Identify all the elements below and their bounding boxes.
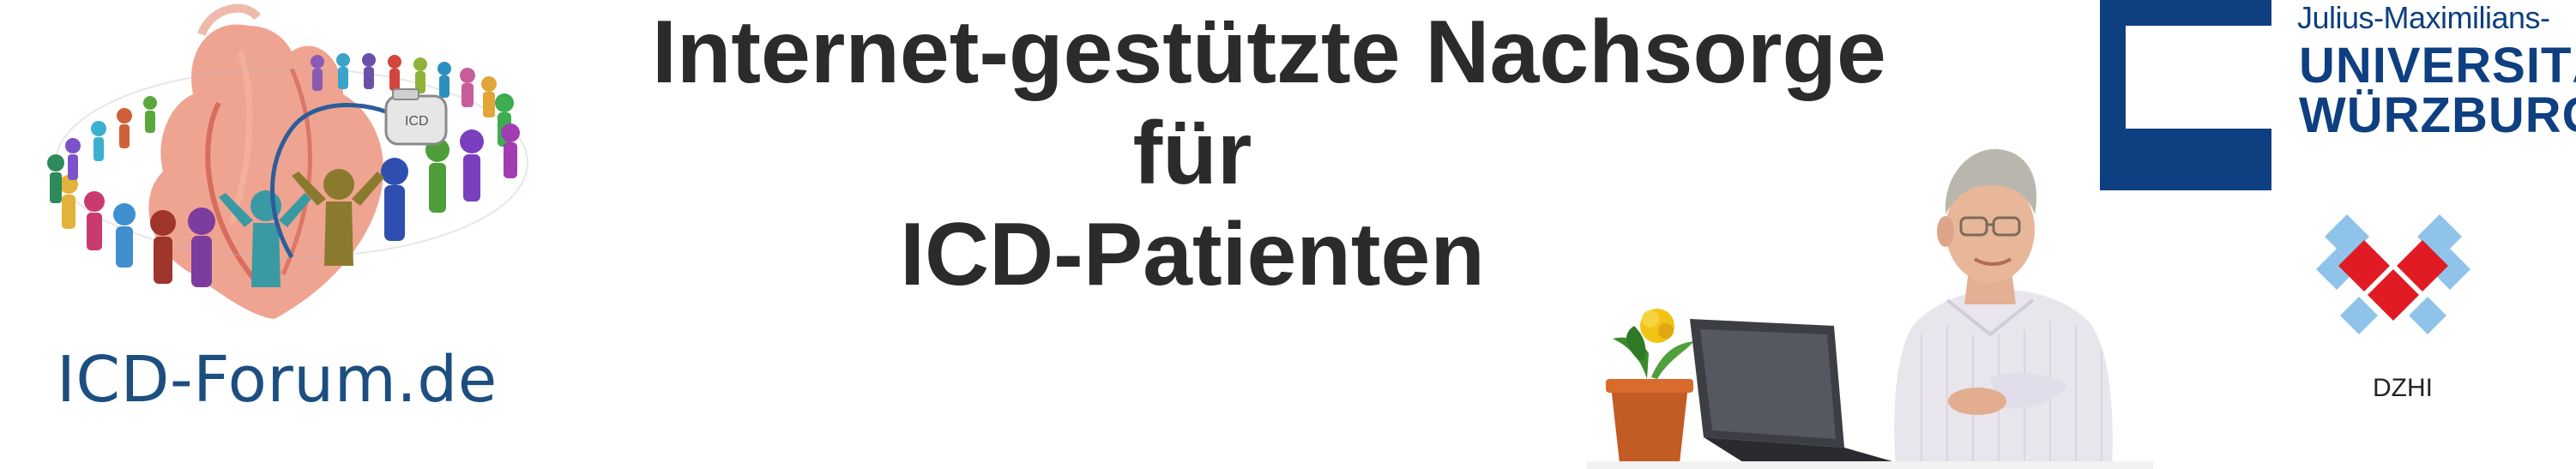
university-logo-mark bbox=[2100, 0, 2314, 190]
university-name-small: Julius-Maximilians- bbox=[2297, 0, 2550, 35]
table-surface bbox=[1587, 461, 2153, 469]
laptop-icon bbox=[1690, 319, 1904, 466]
headline-line-3: ICD-Patienten bbox=[900, 205, 1485, 304]
flower-pot-icon bbox=[1606, 309, 1694, 463]
dzhi-logo[interactable] bbox=[2316, 214, 2470, 360]
man-photo bbox=[1587, 148, 2153, 469]
headline-line-1: Internet-gestützte Nachsorge bbox=[652, 3, 1886, 102]
university-wuerzburg-logo[interactable]: Julius-Maximilians- UNIVERSITÄT WÜRZBURG bbox=[2100, 0, 2576, 190]
man-figure bbox=[1894, 148, 2113, 469]
university-name-line-1: UNIVERSITÄT bbox=[2299, 38, 2576, 93]
site-name[interactable]: ICD-Forum.de bbox=[57, 343, 498, 417]
university-name-line-2: WÜRZBURG bbox=[2299, 87, 2576, 143]
university-logo-mark-inner bbox=[2126, 26, 2314, 129]
dzhi-label: DZHI bbox=[2373, 374, 2433, 402]
svg-text:ICD: ICD bbox=[405, 114, 429, 129]
icd-forum-logo[interactable]: ICD bbox=[34, 0, 532, 326]
headline-line-2: für bbox=[1132, 104, 1252, 203]
headline: Internet-gestützte Nachsorge für ICD-Pat… bbox=[652, 0, 1886, 305]
header-banner: ICD ICD-Forum.de Internet-gestützte Nach… bbox=[0, 0, 2576, 469]
